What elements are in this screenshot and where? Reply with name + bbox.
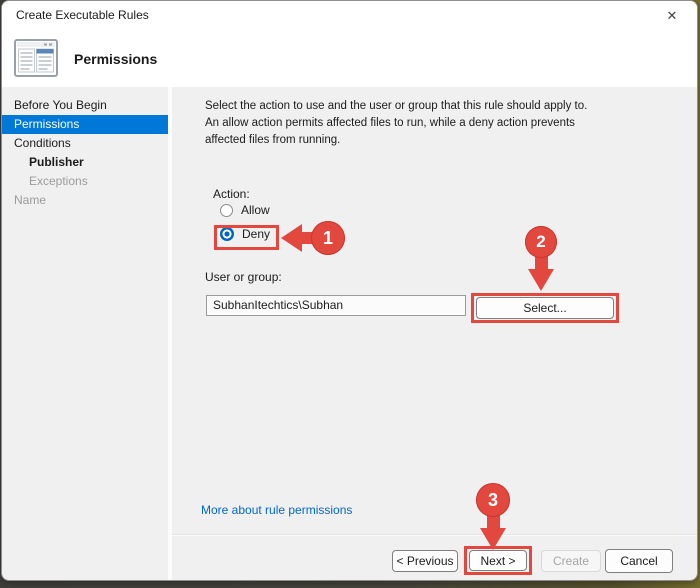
previous-button[interactable]: < Previous: [392, 550, 458, 572]
select-button[interactable]: Select...: [476, 297, 614, 319]
sidebar-item-permissions[interactable]: Permissions: [2, 115, 168, 134]
permissions-page-content: Select the action to use and the user or…: [172, 87, 697, 580]
sidebar-item-before-you-begin[interactable]: Before You Begin: [2, 96, 168, 115]
annotation-1-number: 1: [322, 227, 333, 248]
wizard-window-icon: [14, 39, 58, 82]
annotation-highlight-next: Next >: [464, 546, 532, 575]
close-button[interactable]: ✕: [657, 4, 687, 28]
user-or-group-field[interactable]: SubhanItechtics\Subhan: [206, 295, 466, 316]
dialog-header: Create Executable Rules ✕ Permissions: [2, 1, 697, 87]
annotation-3-number: 3: [487, 489, 498, 510]
create-button[interactable]: Create: [541, 550, 601, 572]
window-title: Create Executable Rules: [16, 8, 149, 22]
allow-radio-label: Allow: [241, 203, 270, 217]
annotation-1-badge: 1: [311, 221, 345, 255]
create-executable-rules-dialog: Create Executable Rules ✕ Permissions Be…: [1, 0, 698, 581]
user-or-group-label: User or group:: [205, 270, 282, 284]
annotation-highlight-select: Select...: [471, 293, 619, 323]
action-label: Action:: [213, 187, 250, 201]
annotation-3-badge: 3: [476, 483, 510, 517]
annotation-2-arrow-icon: [528, 269, 554, 291]
page-title: Permissions: [74, 51, 158, 67]
allow-radio-row[interactable]: Allow: [220, 203, 270, 217]
page-description: Select the action to use and the user or…: [205, 100, 588, 146]
more-about-rule-permissions-link[interactable]: More about rule permissions: [201, 503, 352, 517]
annotation-3-arrow-icon: [480, 528, 506, 550]
wizard-steps-sidebar: Before You Begin Permissions Conditions …: [2, 87, 168, 580]
next-button[interactable]: Next >: [469, 550, 527, 571]
sidebar-item-conditions[interactable]: Conditions: [2, 134, 168, 153]
annotation-highlight-deny: [214, 225, 279, 250]
sidebar-item-exceptions[interactable]: Exceptions: [2, 172, 168, 191]
sidebar-item-name[interactable]: Name: [2, 191, 168, 210]
cancel-button[interactable]: Cancel: [605, 549, 673, 573]
sidebar-item-publisher[interactable]: Publisher: [2, 153, 168, 172]
annotation-2-number: 2: [536, 232, 546, 251]
close-icon: ✕: [666, 8, 678, 23]
footer-separator: [172, 534, 697, 536]
annotation-2-badge: 2: [525, 226, 557, 258]
allow-radio[interactable]: [220, 203, 233, 217]
